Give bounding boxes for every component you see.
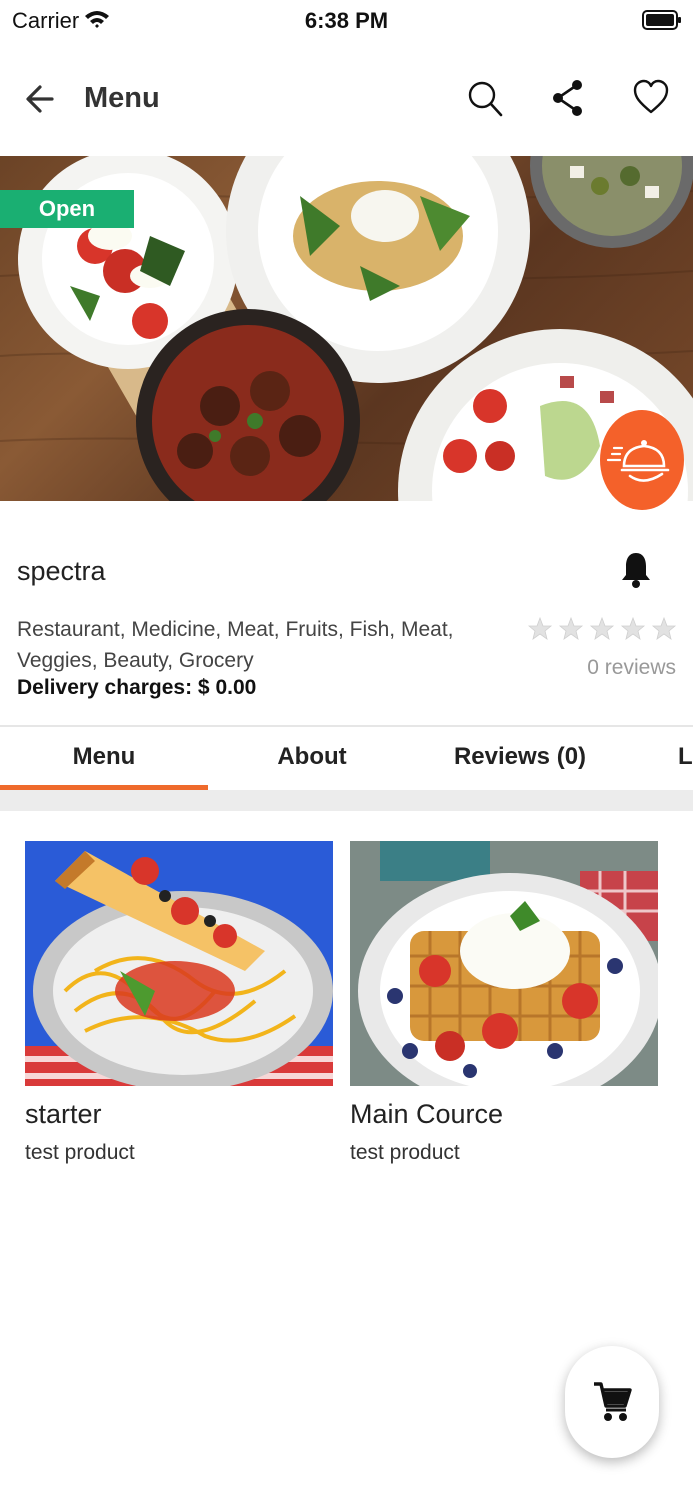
- delivery-service-icon[interactable]: [600, 410, 684, 510]
- tab-more[interactable]: L: [678, 727, 693, 789]
- heart-icon[interactable]: [631, 76, 671, 120]
- status-bar: Carrier 6:38 PM: [0, 0, 693, 44]
- cart-button[interactable]: [565, 1346, 659, 1458]
- product-image: [25, 841, 333, 1086]
- product-card-main-cource[interactable]: Main Cource test product: [350, 841, 658, 1164]
- star-icon: [620, 616, 646, 640]
- store-cover-image: Open: [0, 156, 693, 501]
- tab-menu[interactable]: Menu: [0, 727, 208, 789]
- product-card-starter[interactable]: starter test product: [25, 841, 333, 1164]
- product-name: starter: [25, 1099, 102, 1129]
- section-separator: [0, 790, 693, 811]
- star-icon: [528, 616, 553, 640]
- delivery-charges: Delivery charges: $ 0.00: [17, 676, 257, 699]
- tab-about[interactable]: About: [208, 727, 416, 789]
- share-icon[interactable]: [548, 76, 588, 120]
- search-icon[interactable]: [465, 76, 505, 120]
- store-categories: Restaurant, Medicine, Meat, Fruits, Fish…: [17, 618, 454, 672]
- back-arrow-icon[interactable]: [22, 80, 60, 118]
- page-title: Menu: [84, 82, 160, 114]
- star-icon: [589, 616, 615, 640]
- star-icon: [558, 616, 584, 640]
- star-icon: [651, 616, 677, 640]
- reviews-count: 0 reviews: [587, 656, 676, 679]
- clock: 6:38 PM: [304, 8, 389, 33]
- open-status-badge: Open: [0, 190, 134, 228]
- product-description: test product: [350, 1141, 460, 1164]
- store-name: spectra: [17, 556, 106, 586]
- product-name: Main Cource: [350, 1099, 504, 1129]
- product-description: test product: [25, 1141, 135, 1164]
- product-image: [350, 841, 658, 1086]
- battery-icon: [642, 10, 681, 30]
- tab-reviews[interactable]: Reviews (0): [416, 727, 624, 789]
- app-header: Menu: [0, 44, 693, 156]
- star-rating: [528, 616, 677, 640]
- shopping-cart-icon: [594, 1382, 632, 1421]
- notification-bell-icon[interactable]: [620, 549, 652, 589]
